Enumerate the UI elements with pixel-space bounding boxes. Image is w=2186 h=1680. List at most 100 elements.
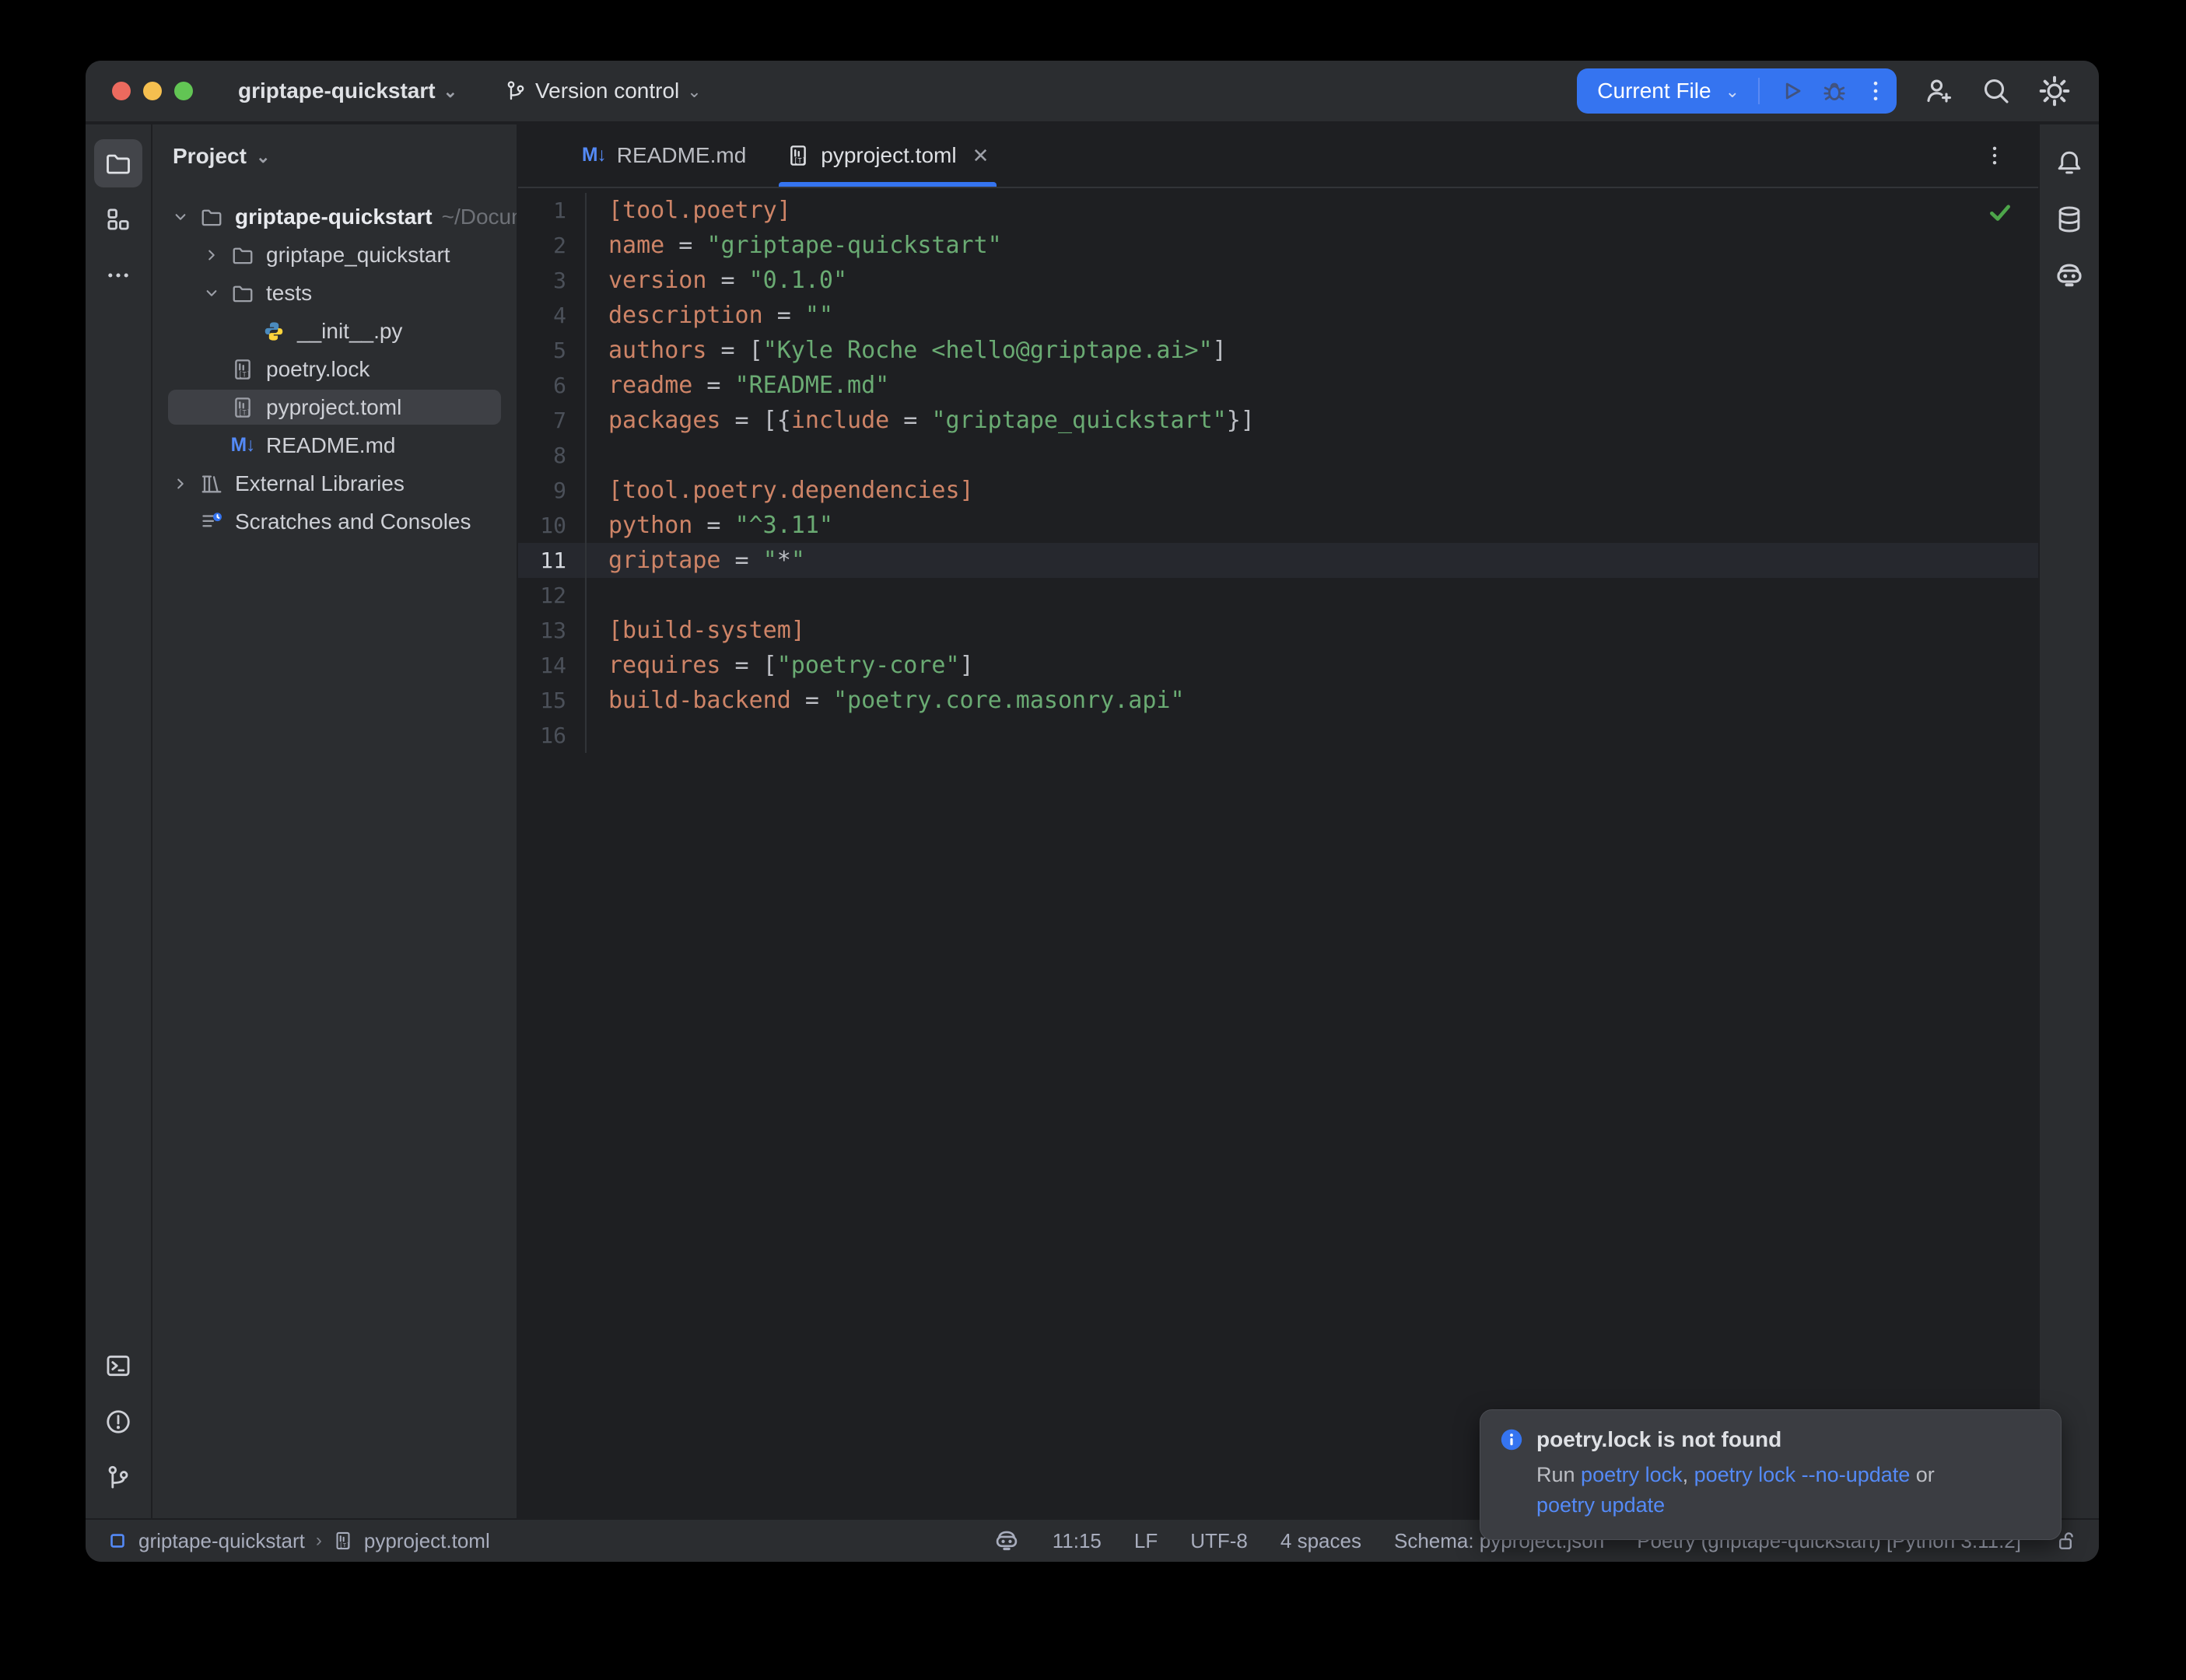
code-line-13[interactable]: 13 [build-system] — [518, 613, 2038, 648]
project-widget[interactable]: griptape-quickstart ⌄ — [238, 79, 457, 103]
code-line-1[interactable]: 1 [tool.poetry] — [518, 193, 2038, 228]
line-number: 1 — [518, 193, 587, 228]
tree-item-init-py[interactable]: __init__.py — [152, 312, 517, 350]
chevron-down-icon[interactable] — [165, 207, 196, 227]
notification-link[interactable]: poetry update — [1536, 1493, 1665, 1517]
tree-item-pyproject-toml[interactable]: [T] pyproject.toml — [152, 388, 517, 426]
notifications-button[interactable] — [2045, 139, 2093, 187]
chevron-down-icon[interactable]: ⌄ — [256, 147, 270, 167]
close-tab-icon[interactable]: ✕ — [972, 144, 990, 168]
chevron-right-icon: › — [316, 1530, 322, 1552]
tree-item-readme-md[interactable]: M↓ README.md — [152, 426, 517, 464]
minimize-window-button[interactable] — [143, 82, 162, 100]
status-item-lf[interactable]: LF — [1134, 1529, 1158, 1553]
tree-item-griptape-quickstart[interactable]: griptape_quickstart — [152, 236, 517, 274]
terminal-tool-window-button[interactable] — [94, 1342, 142, 1390]
markdown-icon: M↓ — [582, 145, 606, 166]
code-line-10[interactable]: 10 python = "^3.11" — [518, 508, 2038, 543]
code-line-6[interactable]: 6 readme = "README.md" — [518, 368, 2038, 403]
tab-options-button[interactable] — [1982, 143, 2007, 168]
close-window-button[interactable] — [112, 82, 131, 100]
project-panel: Project ⌄ griptape-quickstart ~/Docume g… — [152, 124, 518, 1518]
tree-item-tests[interactable]: tests — [152, 274, 517, 312]
notification-body: Run poetry lock, poetry lock --no-update… — [1536, 1460, 2039, 1521]
code-line-11[interactable]: 11 griptape = "*" — [518, 543, 2038, 578]
add-user-button[interactable] — [1923, 75, 1954, 107]
code-line-14[interactable]: 14 requires = ["poetry-core"] — [518, 648, 2038, 683]
tree-item-griptape-quickstart[interactable]: griptape-quickstart ~/Docume — [152, 198, 517, 236]
debug-button[interactable] — [1820, 77, 1848, 105]
line-number: 10 — [518, 508, 587, 543]
database-tool-window-button[interactable] — [2045, 195, 2093, 243]
bell-icon — [2055, 149, 2084, 178]
project-tree: griptape-quickstart ~/Docume griptape_qu… — [152, 188, 517, 541]
notification-link[interactable]: poetry lock — [1581, 1463, 1683, 1486]
tree-item-external-libraries[interactable]: External Libraries — [152, 464, 517, 502]
code-editor[interactable]: 1 [tool.poetry] 2 name = "griptape-quick… — [518, 188, 2038, 753]
scratch-icon — [200, 510, 223, 534]
tab-readme-md[interactable]: M↓README.md — [562, 124, 766, 187]
code-line-16[interactable]: 16 — [518, 718, 2038, 753]
version-control-tool-window-button[interactable] — [94, 1454, 142, 1502]
notification-balloon: poetry.lock is not found Run poetry lock… — [1480, 1409, 2062, 1540]
toml-icon: [T] — [786, 144, 810, 167]
copilot-tool-window-button[interactable] — [2045, 251, 2093, 299]
problems-icon — [104, 1408, 132, 1436]
code-line-7[interactable]: 7 packages = [{include = "griptape_quick… — [518, 403, 2038, 438]
tree-item-scratches-and-consoles[interactable]: Scratches and Consoles — [152, 502, 517, 541]
toml-icon: [T] — [333, 1531, 353, 1551]
search-everywhere-button[interactable] — [1981, 75, 2012, 107]
breadcrumb-file[interactable]: pyproject.toml — [364, 1529, 490, 1553]
problems-tool-window-button[interactable] — [94, 1398, 142, 1446]
traffic-lights — [112, 82, 193, 100]
run-button[interactable] — [1778, 77, 1806, 105]
breadcrumb-project[interactable]: griptape-quickstart — [138, 1529, 305, 1553]
status-item-11-15[interactable]: 11:15 — [1053, 1529, 1102, 1553]
chevron-down-icon[interactable] — [196, 283, 227, 303]
terminal-icon — [104, 1352, 132, 1380]
code-line-3[interactable]: 3 version = "0.1.0" — [518, 263, 2038, 298]
copilot-icon[interactable] — [993, 1528, 1020, 1554]
tab-pyproject-toml[interactable]: [T]pyproject.toml ✕ — [766, 124, 1009, 187]
markdown-icon: M↓ — [231, 435, 255, 457]
chevron-down-icon: ⌄ — [443, 82, 457, 102]
zoom-window-button[interactable] — [174, 82, 193, 100]
line-number: 15 — [518, 683, 587, 718]
editor-area: M↓README.md [T]pyproject.toml ✕ 1 [tool.… — [518, 124, 2038, 1518]
code-line-12[interactable]: 12 — [518, 578, 2038, 613]
structure-icon — [104, 205, 132, 233]
code-line-8[interactable]: 8 — [518, 438, 2038, 473]
run-config-selector[interactable]: Current File — [1597, 79, 1711, 103]
line-number: 16 — [518, 718, 587, 753]
line-number: 5 — [518, 333, 587, 368]
settings-button[interactable] — [2038, 75, 2071, 107]
line-number: 9 — [518, 473, 587, 508]
notification-link[interactable]: poetry lock --no-update — [1694, 1463, 1911, 1486]
code-line-2[interactable]: 2 name = "griptape-quickstart" — [518, 228, 2038, 263]
status-item-4-spaces[interactable]: 4 spaces — [1280, 1529, 1361, 1553]
folder-icon — [200, 205, 223, 229]
tree-item-poetry-lock[interactable]: [T] poetry.lock — [152, 350, 517, 388]
more-tool-windows-button[interactable] — [94, 251, 142, 299]
chevron-down-icon: ⌄ — [1725, 82, 1739, 102]
code-line-4[interactable]: 4 description = "" — [518, 298, 2038, 333]
git-branch-icon — [104, 1464, 132, 1492]
code-line-9[interactable]: 9 [tool.poetry.dependencies] — [518, 473, 2038, 508]
folder-icon — [231, 243, 254, 267]
folder-icon — [104, 149, 132, 177]
vcs-widget[interactable]: Version control ⌄ — [504, 79, 702, 103]
status-item-utf-8[interactable]: UTF-8 — [1190, 1529, 1248, 1553]
code-line-5[interactable]: 5 authors = ["Kyle Roche <hello@griptape… — [518, 333, 2038, 368]
more-run-options-button[interactable] — [1862, 78, 1889, 104]
chevron-right-icon[interactable] — [196, 245, 227, 265]
structure-tool-window-button[interactable] — [94, 195, 142, 243]
toml-icon: [T] — [231, 358, 254, 381]
editor-tab-bar: M↓README.md [T]pyproject.toml ✕ — [518, 124, 2038, 188]
folder-icon — [231, 282, 254, 305]
code-line-15[interactable]: 15 build-backend = "poetry.core.masonry.… — [518, 683, 2038, 718]
tree-item-path: ~/Docume — [442, 205, 518, 229]
project-tool-window-button[interactable] — [94, 139, 142, 187]
line-number: 14 — [518, 648, 587, 683]
chevron-right-icon[interactable] — [165, 474, 196, 494]
notification-title: poetry.lock is not found — [1536, 1427, 1781, 1452]
